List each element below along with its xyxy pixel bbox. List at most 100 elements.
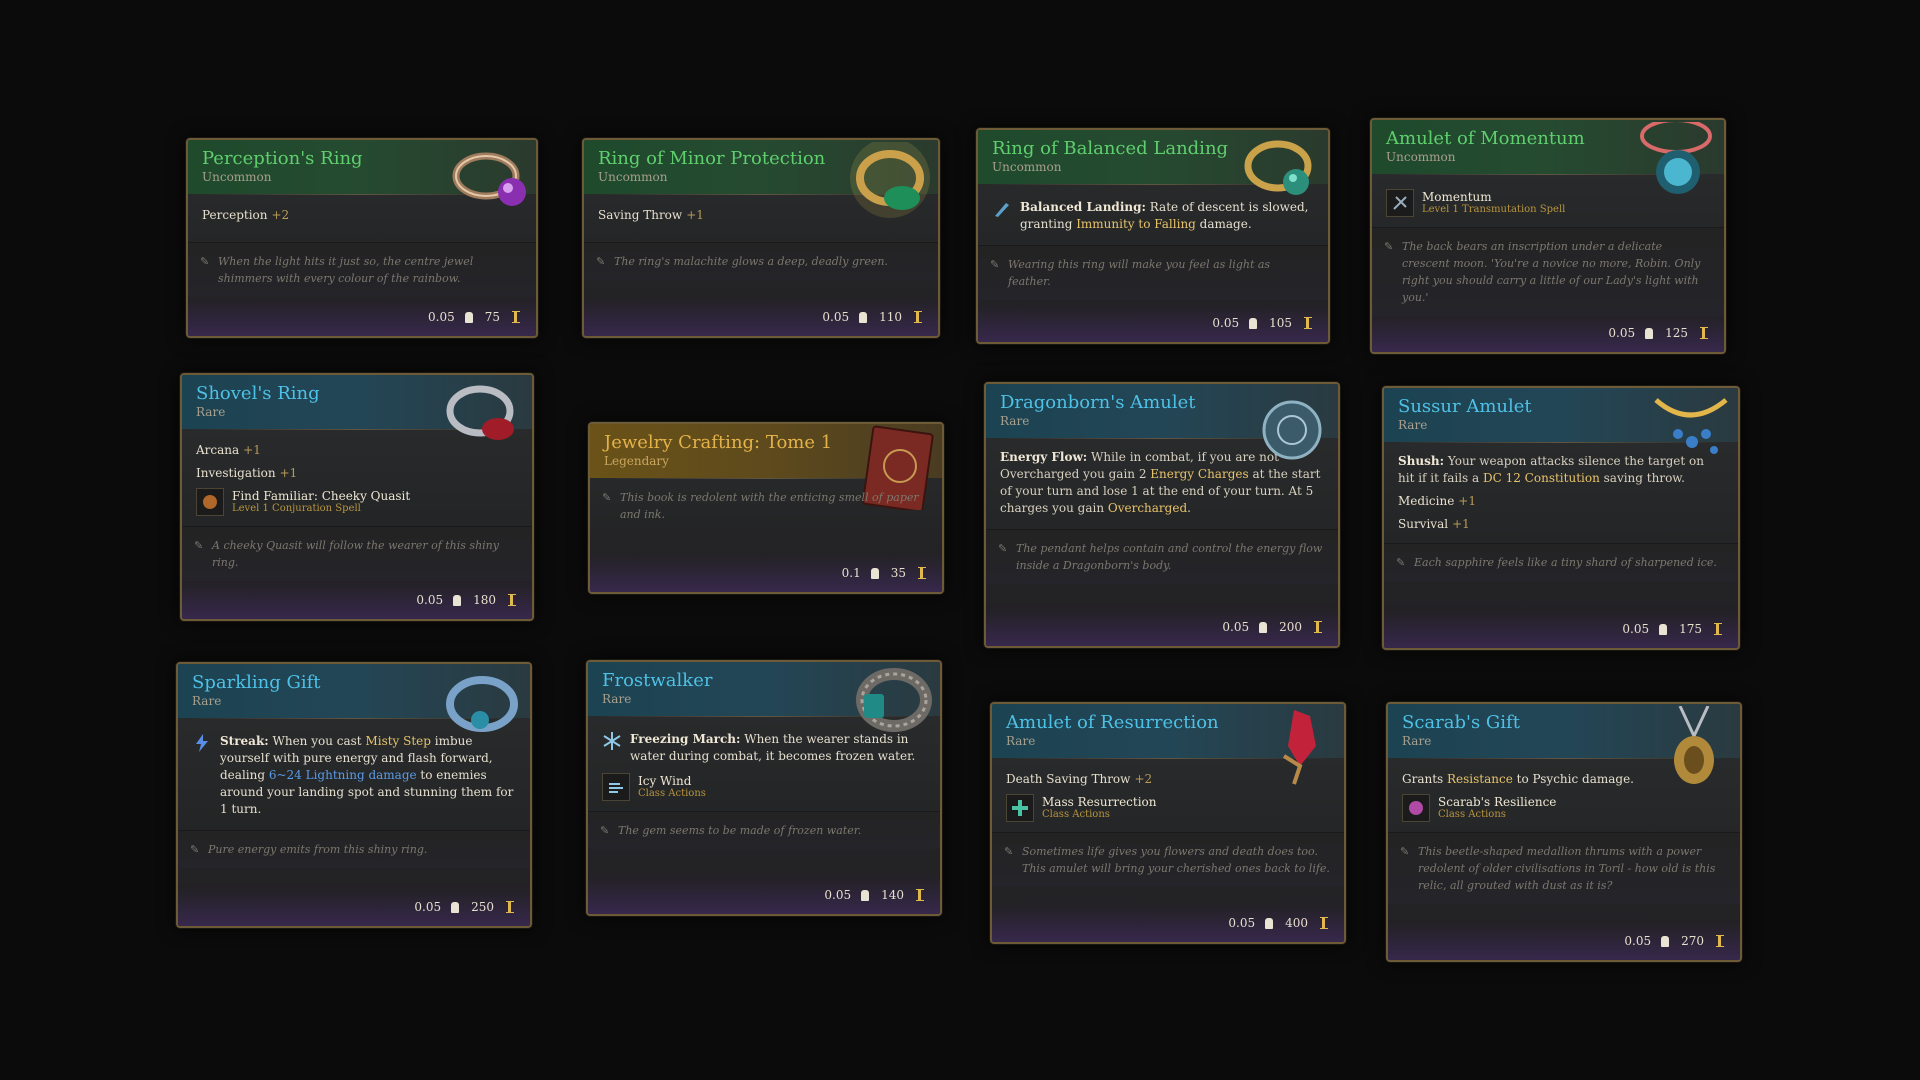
flavor-text: ✎ When the light hits it just so, the cen… (188, 242, 536, 297)
amulet-sapphire-icon (1654, 398, 1728, 454)
ring-ruby-icon (446, 385, 514, 440)
item-card-amulet-of-resurrection[interactable]: Amulet of Resurrection Rare Death Saving… (990, 702, 1346, 944)
stat-line: Medicine +1 (1398, 494, 1476, 508)
spell-line[interactable]: Scarab's Resilience Class Actions (1402, 794, 1726, 822)
item-card-frostwalker[interactable]: Frostwalker Rare Freezing March: When th… (586, 660, 942, 916)
card-header: Frostwalker Rare (588, 662, 940, 732)
gold-icon (1304, 317, 1312, 329)
amulet-red-crystal-icon (1282, 710, 1316, 785)
card-footer: 0.05 180 (182, 581, 532, 619)
card-header: Amulet of Resurrection Rare (992, 704, 1344, 785)
flavor-text: ✎ Sometimes life gives you flowers and de… (992, 832, 1344, 887)
price-value: 105 (1269, 316, 1292, 330)
item-card-jewelry-crafting-tome[interactable]: Jewelry Crafting: Tome 1 Legendary ✎ This… (588, 422, 944, 594)
item-card-shovels-ring[interactable]: Shovel's Ring Rare Arcana +1 Investigatio… (180, 373, 534, 621)
feather-icon (995, 203, 1009, 217)
weight-value: 0.05 (416, 593, 444, 607)
price-value: 75 (484, 310, 500, 324)
flavor-text: ✎ The ring's malachite glows a deep, dead… (584, 242, 938, 280)
card-header: Perception's Ring Uncommon (188, 140, 536, 206)
spell-line[interactable]: Find Familiar: Cheeky Quasit Level 1 Conj… (196, 488, 518, 516)
price-value: 35 (890, 566, 906, 580)
flavor-text: ✎ A cheeky Quasit will follow the wearer … (182, 526, 532, 581)
ring-purple-gem-icon (452, 152, 526, 206)
spell-line[interactable]: Mass Resurrection Class Actions (1006, 794, 1330, 822)
flavor-text: ✎ The back bears an inscription under a d… (1372, 227, 1724, 316)
item-card-ring-of-minor-protection[interactable]: Ring of Minor Protection Uncommon Saving… (582, 138, 940, 338)
weight-value: 0.05 (822, 310, 850, 324)
card-footer: 0.05 400 (992, 904, 1344, 942)
weight-value: 0.05 (414, 900, 442, 914)
price-value: 270 (1681, 934, 1704, 948)
item-card-scarabs-gift[interactable]: Scarab's Gift Rare Grants Resistance to … (1386, 702, 1742, 962)
card-footer: 0.05 75 (188, 298, 536, 336)
gold-icon (1716, 935, 1724, 947)
item-card-ring-of-balanced-landing[interactable]: Ring of Balanced Landing Uncommon Balanc… (976, 128, 1330, 344)
icy-wind-icon (602, 773, 630, 801)
weight-value: 0.1 (841, 566, 861, 580)
price-value: 175 (1679, 622, 1702, 636)
quill-icon: ✎ (200, 255, 210, 268)
gold-icon (1320, 917, 1328, 929)
flavor-text: ✎ Each sapphire feels like a tiny shard o… (1384, 543, 1738, 581)
price-value: 200 (1279, 620, 1302, 634)
flavor-text: ✎ The gem seems to be made of frozen wate… (588, 811, 940, 849)
price-value: 140 (881, 888, 904, 902)
weight-value: 0.05 (1622, 622, 1650, 636)
price-value: 180 (473, 593, 496, 607)
weight-value: 0.05 (1624, 934, 1652, 948)
item-card-perceptions-ring[interactable]: Perception's Ring Uncommon Perception +2 … (186, 138, 538, 338)
card-footer: 0.05 110 (584, 298, 938, 336)
card-footer: 0.05 105 (978, 304, 1328, 342)
amulet-blue-gem-icon (1640, 122, 1712, 194)
amulet-medallion-icon (1262, 400, 1322, 460)
ring-jade-icon (1244, 140, 1312, 195)
weight-value: 0.05 (1228, 916, 1256, 930)
gold-icon (1314, 621, 1322, 633)
card-header: Jewelry Crafting: Tome 1 Legendary (590, 424, 942, 510)
flavor-text: ✎ Pure energy emits from this shiny ring. (178, 830, 530, 868)
quill-icon: ✎ (1396, 556, 1406, 569)
gold-icon (512, 311, 520, 323)
weight-value: 0.05 (824, 888, 852, 902)
weight-value: 0.05 (1222, 620, 1250, 634)
card-footer: 0.05 125 (1372, 314, 1724, 352)
lightning-icon (196, 734, 208, 752)
gold-icon (916, 889, 924, 901)
stat-line: Investigation +1 (196, 466, 298, 480)
quasit-spell-icon (196, 488, 224, 516)
flavor-text: ✎ This book is redolent with the enticing… (602, 491, 919, 521)
weight-icon (1645, 327, 1654, 339)
quill-icon: ✎ (194, 539, 204, 552)
weight-icon (870, 567, 879, 579)
quill-icon: ✎ (998, 542, 1008, 555)
card-header: Amulet of Momentum Uncommon (1372, 120, 1724, 194)
card-header: Scarab's Gift Rare (1388, 704, 1740, 784)
card-header: Shovel's Ring Rare (182, 375, 532, 440)
weight-value: 0.05 (1608, 326, 1636, 340)
card-footer: 0.05 140 (588, 876, 940, 914)
weight-icon (1661, 935, 1670, 947)
item-card-dragonborns-amulet[interactable]: Dragonborn's Amulet Rare Energy Flow: Wh… (984, 382, 1340, 648)
item-card-amulet-of-momentum[interactable]: Amulet of Momentum Uncommon Momentum Leve… (1370, 118, 1726, 354)
item-card-sparkling-gift[interactable]: Sparkling Gift Rare Streak: When you cas… (176, 662, 532, 928)
quill-icon: ✎ (1384, 240, 1394, 253)
weight-icon (1265, 917, 1274, 929)
card-footer: 0.05 175 (1384, 610, 1738, 648)
ring-malachite-icon (850, 142, 930, 218)
weight-icon (861, 889, 870, 901)
quill-icon: ✎ (596, 255, 606, 268)
price-value: 400 (1285, 916, 1308, 930)
spell-line[interactable]: Icy Wind Class Actions (602, 773, 926, 801)
quill-icon: ✎ (190, 843, 200, 856)
weight-icon (451, 901, 460, 913)
price-value: 125 (1665, 326, 1688, 340)
gold-icon (506, 901, 514, 913)
item-card-sussur-amulet[interactable]: Sussur Amulet Rare Shush: Your weapon at… (1382, 386, 1740, 650)
weight-value: 0.05 (1212, 316, 1240, 330)
quill-icon: ✎ (990, 258, 1000, 271)
quill-icon: ✎ (600, 824, 610, 837)
gold-icon (508, 594, 516, 606)
flavor-text: ✎ The pendant helps contain and control t… (986, 529, 1338, 584)
price-value: 250 (471, 900, 494, 914)
